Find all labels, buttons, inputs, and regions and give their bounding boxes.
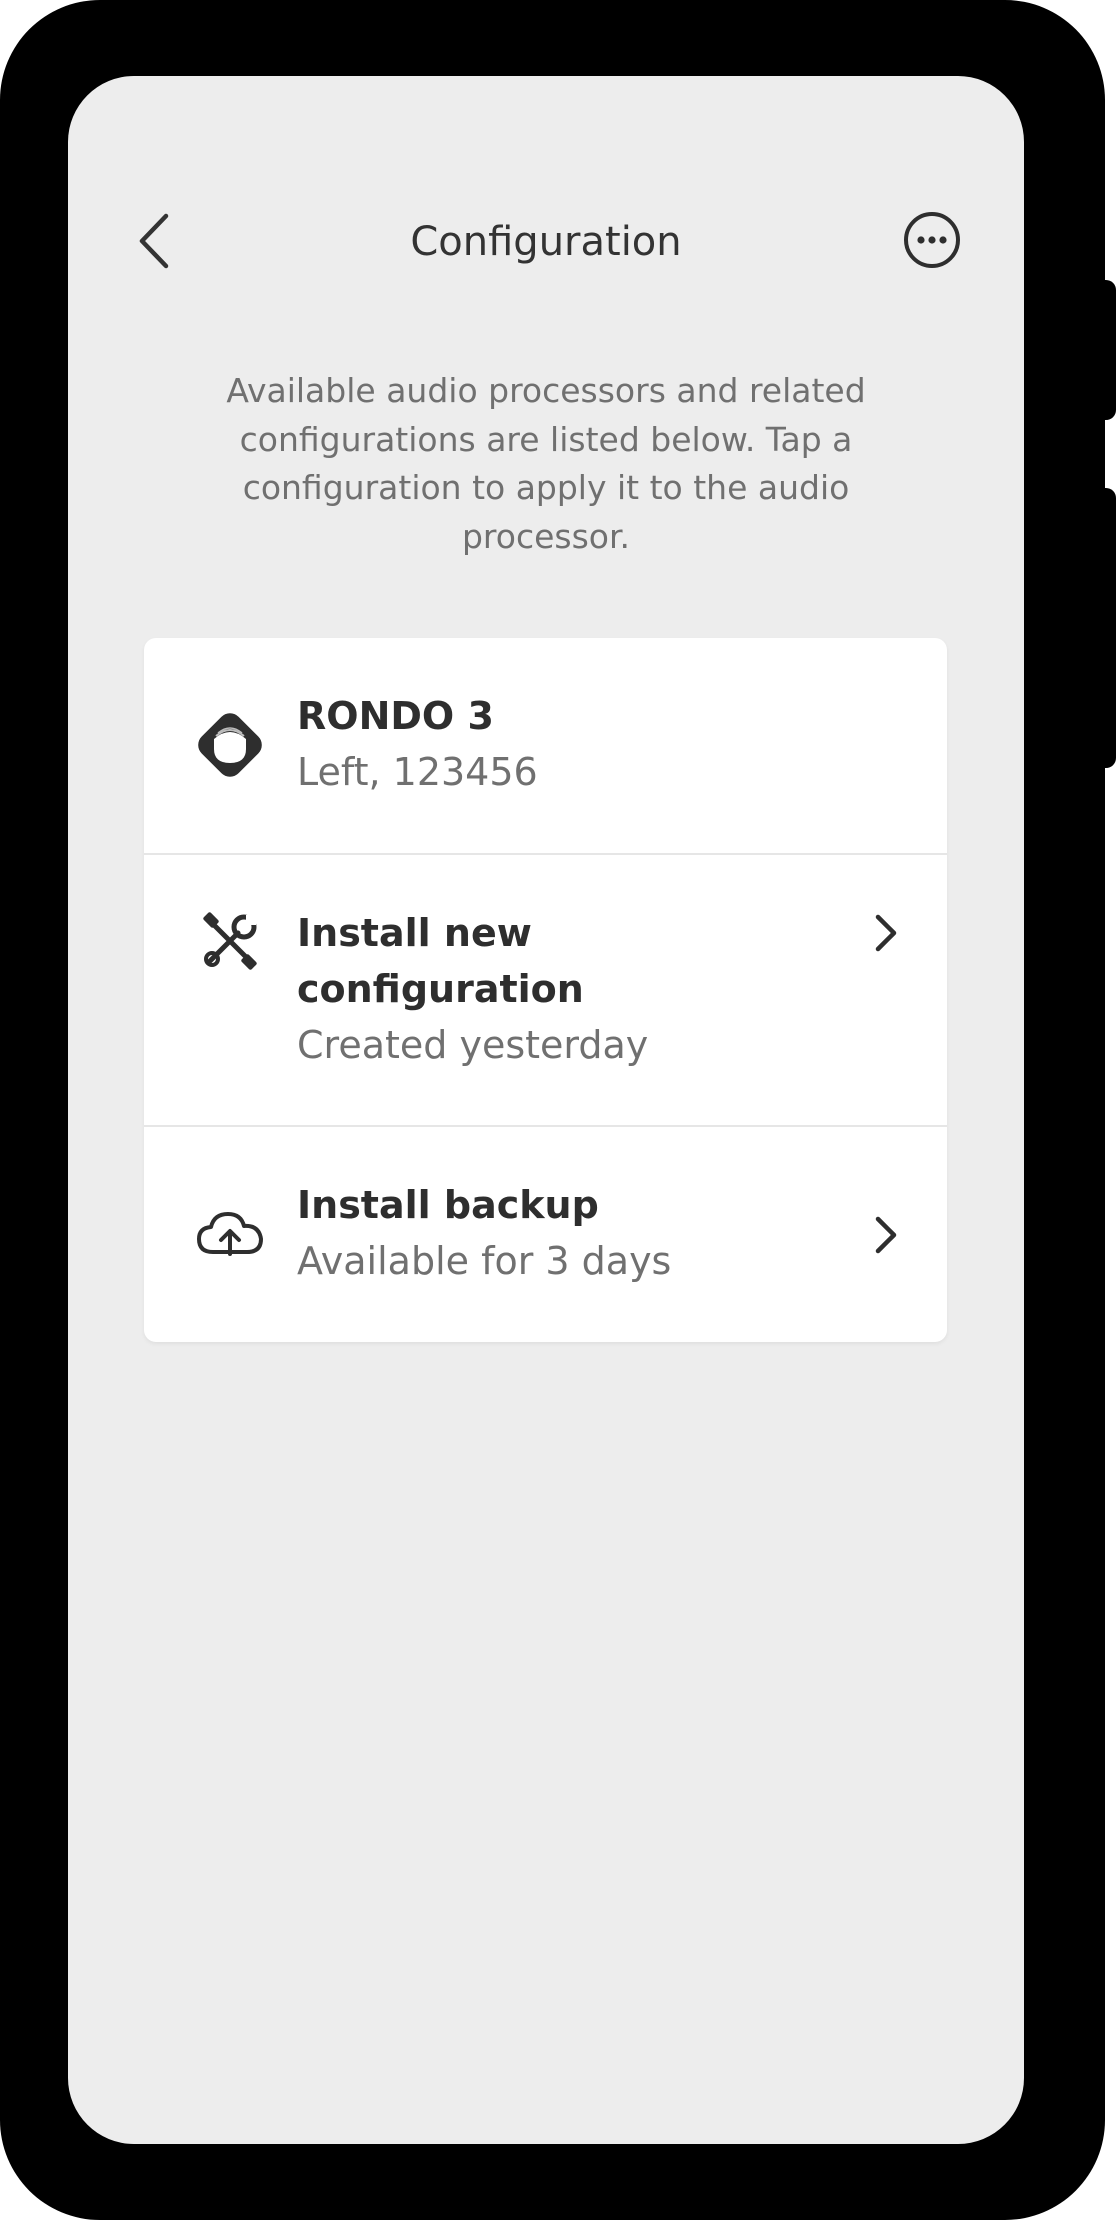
chevron-right-icon — [864, 1207, 908, 1263]
device-name: RONDO 3 — [297, 694, 494, 738]
install-new-configuration-text: Install new configuration Created yester… — [297, 905, 817, 1073]
app-bar: Configuration — [68, 76, 1024, 316]
install-backup-title: Install backup — [297, 1183, 599, 1227]
install-backup-text: Install backup Available for 3 days — [297, 1177, 817, 1289]
audio-processor-icon — [190, 705, 270, 785]
intro-text: Available audio processors and related c… — [226, 371, 866, 556]
more-options-button[interactable] — [902, 212, 962, 272]
install-new-configuration-item[interactable]: Install new configuration Created yester… — [144, 855, 947, 1125]
chevron-right-icon — [864, 905, 908, 961]
cloud-upload-icon — [190, 1194, 270, 1274]
volume-button — [1095, 280, 1116, 420]
install-new-configuration-title: Install new configuration — [297, 911, 584, 1011]
tools-icon — [190, 901, 270, 981]
install-new-configuration-subtitle: Created yesterday — [297, 1023, 649, 1067]
back-button[interactable] — [126, 211, 182, 275]
install-backup-item[interactable]: Install backup Available for 3 days — [144, 1127, 947, 1342]
device-detail: Left, 123456 — [297, 750, 538, 794]
install-backup-subtitle: Available for 3 days — [297, 1239, 672, 1283]
device-text: RONDO 3 Left, 123456 — [297, 688, 817, 800]
more-options-icon — [902, 210, 962, 274]
screen: Configuration Available audio processors… — [68, 76, 1024, 2144]
page-title: Configuration — [410, 219, 682, 265]
processor-card: RONDO 3 Left, 123456 Install new configu… — [144, 638, 947, 1342]
device-row: RONDO 3 Left, 123456 — [144, 638, 947, 853]
chevron-left-icon — [136, 212, 172, 274]
power-button — [1095, 488, 1116, 768]
